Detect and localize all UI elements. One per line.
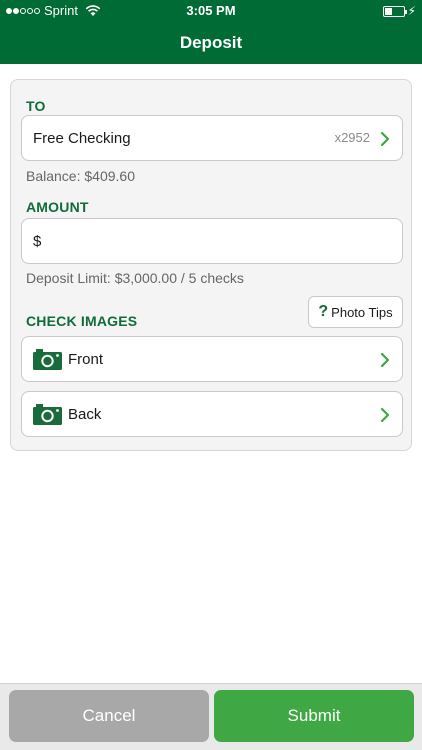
to-account-selector[interactable]: Free Checking x2952 (21, 115, 403, 161)
amount-input[interactable]: $ (21, 218, 403, 264)
photo-tips-label: Photo Tips (331, 304, 393, 320)
submit-button[interactable]: Submit (214, 690, 414, 742)
page-title: Deposit (179, 33, 243, 52)
currency-symbol: $ (33, 232, 42, 250)
balance-text: Balance: $409.60 (26, 168, 135, 184)
amount-section-label: AMOUNT (26, 199, 89, 215)
battery-icon (382, 5, 407, 17)
back-image-button[interactable]: Back (21, 391, 403, 437)
front-image-button[interactable]: Front (21, 336, 403, 382)
camera-icon (33, 349, 62, 370)
deposit-limit-text: Deposit Limit: $3,000.00 / 5 checks (26, 270, 244, 286)
question-mark-icon: ? (318, 303, 329, 320)
bottom-action-bar: Cancel Submit (0, 683, 422, 750)
camera-icon (33, 404, 62, 425)
status-right: ⚡ (382, 4, 416, 18)
chevron-right-icon (380, 407, 390, 423)
chevron-right-icon (380, 131, 390, 147)
to-section-label: TO (26, 98, 46, 114)
cancel-button[interactable]: Cancel (9, 690, 209, 742)
back-label: Back (68, 405, 102, 423)
photo-tips-button[interactable]: ? Photo Tips (308, 296, 403, 328)
charging-bolt-icon: ⚡ (407, 4, 416, 18)
account-number: x2952 (334, 130, 370, 145)
top-navigation-bar: Sprint 3:05 PM ⚡ Deposit (0, 0, 422, 64)
account-name: Free Checking (33, 129, 131, 147)
status-time: 3:05 PM (186, 3, 236, 18)
deposit-form-panel: TO Free Checking x2952 Balance: $409.60 … (10, 79, 412, 451)
status-bar: Sprint 3:05 PM ⚡ (0, 0, 422, 22)
chevron-right-icon (380, 352, 390, 368)
front-label: Front (68, 350, 104, 368)
check-images-section-label: CHECK IMAGES (26, 313, 138, 329)
